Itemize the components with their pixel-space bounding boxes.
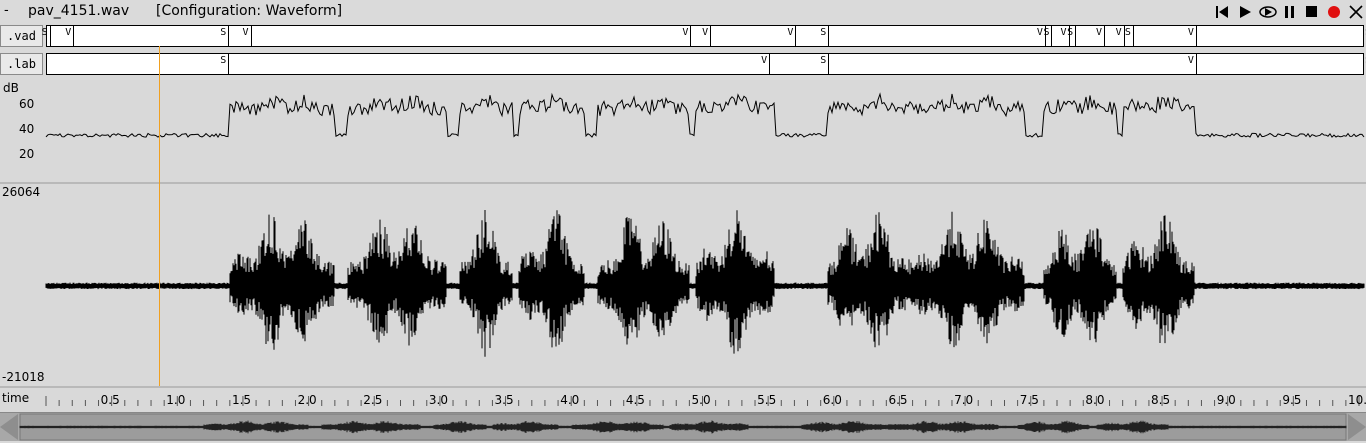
vad-boundary[interactable] [795,26,797,46]
time-tick-label: 6.5 [888,393,908,407]
vad-boundary[interactable] [49,26,51,46]
configuration-label: [Configuration: Waveform] [156,3,343,19]
vad-boundary[interactable] [1103,26,1105,46]
vad-boundary[interactable] [73,26,75,46]
vad-boundary[interactable] [228,26,230,46]
time-tick-label: 1.5 [231,393,252,407]
playback-cursor[interactable] [158,46,160,386]
scroll-left-arrow [0,414,18,440]
vad-boundary[interactable] [690,26,692,46]
vad-segment-label: V [1115,27,1122,38]
vad-segment-label: V [1187,27,1194,38]
stop-icon[interactable] [1302,2,1322,22]
overview-waveform [0,413,1366,441]
vad-segment-label: S [1067,27,1074,38]
lab-boundary[interactable] [1195,54,1197,74]
vad-segment-label: V [702,27,709,38]
vad-segment-label: V [787,27,794,38]
vad-tier-track[interactable]: SVSVVVVSVSVSVVSVS [42,25,1366,47]
waveform-panel[interactable]: 26064 -21018 [0,184,1366,386]
time-tick-label: 0.5 [100,393,120,407]
vad-segment-label: S [1043,27,1050,38]
vad-segment-label: S [820,27,827,38]
vad-boundary[interactable] [1075,26,1077,46]
time-tick-label: 10. [1348,393,1366,407]
lab-boundary[interactable] [828,54,830,74]
time-tick-label: 3.5 [494,393,514,407]
lab-segment-label: S [220,55,227,66]
vad-segment-label: S [1124,27,1131,38]
close-icon[interactable] [1346,2,1366,22]
title-bar: - pav_4151.wav [Configuration: Waveform] [0,0,1366,24]
vad-boundary[interactable] [828,26,830,46]
vad-segment-label: V [1095,27,1102,38]
time-tick-label: 4.0 [560,393,580,407]
vad-boundary[interactable] [710,26,712,46]
vad-segment-label: V [65,27,72,38]
vad-segment-label: V [242,27,249,38]
time-tick-label: 2.0 [297,393,317,407]
time-tick-label: 3.0 [428,393,448,407]
vad-segment-label: S [41,27,48,38]
waveform-signal [45,210,1365,357]
time-tick-label: 5.0 [691,393,711,407]
record-icon[interactable] [1324,2,1344,22]
lab-boundary[interactable] [769,54,771,74]
time-tick-label: 5.5 [757,393,777,407]
time-tick-label: 9.0 [1216,393,1236,407]
time-tick-label: 6.0 [822,393,842,407]
energy-panel[interactable]: dB 60 40 20 [0,80,1366,182]
time-tick-label: 8.5 [1151,393,1171,407]
vad-boundary[interactable] [1051,26,1053,46]
time-tick-label: 8.0 [1085,393,1105,407]
time-tick-label: 7.0 [954,393,974,407]
lab-segment-label: V [1187,55,1194,66]
overview-scrollbar[interactable] [0,412,1366,441]
vad-segment-label: V [1036,27,1043,38]
lab-boundary[interactable] [228,54,230,74]
pause-icon[interactable] [1280,2,1300,22]
skip-to-start-icon[interactable] [1212,2,1232,22]
time-axis[interactable]: time 0.5 1.0 1.5 2.0 2.5 3.0 3.5 4.0 4.5 5.0 5.5 6.… [0,388,1366,410]
time-tick-label: 4.5 [625,393,645,407]
lab-segment-label: V [761,55,768,66]
vad-segment-label: S [220,27,227,38]
lab-tier-track[interactable]: SVSVS [46,53,1366,75]
vad-segment-label: V [1060,27,1067,38]
time-tick-label: 1.0 [166,393,186,407]
play-icon[interactable] [1235,2,1255,22]
vad-tier-label[interactable]: .vad [0,25,43,47]
vad-boundary[interactable] [1132,26,1134,46]
energy-curve [45,92,1365,139]
time-tick-label: 7.5 [1019,393,1039,407]
energy-line [45,92,1365,139]
vad-boundary[interactable] [1195,26,1197,46]
waveform-trace [45,210,1365,357]
menu-button[interactable]: - [4,3,9,18]
scroll-right-arrow [1348,414,1366,440]
file-name: pav_4151.wav [28,3,130,19]
vad-boundary[interactable] [250,26,252,46]
play-loop-icon[interactable] [1258,2,1278,22]
vad-segment-label: V [682,27,689,38]
lab-segment-label: S [820,55,827,66]
time-tick-label: 9.5 [1282,393,1302,407]
time-tick-label: 2.5 [363,393,383,407]
lab-tier-label[interactable]: .lab [0,53,43,75]
